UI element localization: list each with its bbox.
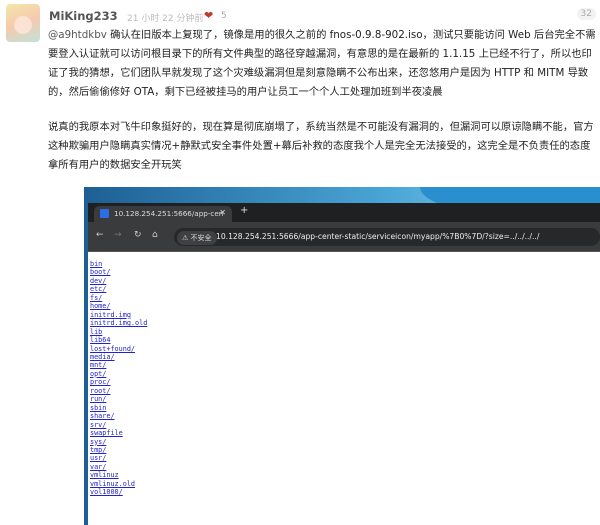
file-link[interactable]: swapfile	[90, 429, 147, 437]
forward-icon[interactable]: →	[114, 230, 122, 240]
url-input[interactable]: ⚠ 不安全 10.128.254.251:5666/app-center-sta…	[174, 228, 600, 246]
new-tab-icon[interactable]: +	[240, 205, 248, 216]
avatar[interactable]	[6, 4, 40, 42]
tab-title: 10.128.254.251:5666/app-cen	[114, 209, 224, 218]
file-link[interactable]: bin	[90, 260, 147, 268]
timestamp: 21 小时 22 分钟前	[127, 14, 204, 24]
floor-number: 32	[576, 8, 596, 20]
browser-window: 10.128.254.251:5666/app-cen ✕ + ← → ↻ ⌂ …	[88, 203, 600, 525]
comment-paragraph-1: @a9htdkbv 确认在旧版本上复现了，镜像是用的很久之前的 fnos-0.9…	[48, 26, 598, 102]
file-link[interactable]: vmlinuz	[90, 471, 147, 479]
file-link[interactable]: dev/	[90, 277, 147, 285]
file-link[interactable]: proc/	[90, 378, 147, 386]
file-link[interactable]: mnt/	[90, 361, 147, 369]
file-link[interactable]: initrd.img.old	[90, 319, 147, 327]
file-link[interactable]: run/	[90, 395, 147, 403]
file-link[interactable]: srv/	[90, 421, 147, 429]
file-link[interactable]: vmlinuz.old	[90, 480, 147, 488]
file-link[interactable]: share/	[90, 412, 147, 420]
insecure-label: 不安全	[190, 234, 212, 242]
heart-icon[interactable]: ❤	[204, 9, 213, 22]
address-bar: ← → ↻ ⌂ ⚠ 不安全 10.128.254.251:5666/app-ce…	[88, 222, 600, 252]
home-icon[interactable]: ⌂	[152, 230, 158, 240]
tab-bar: 10.128.254.251:5666/app-cen ✕ +	[88, 203, 600, 222]
file-link[interactable]: media/	[90, 353, 147, 361]
file-link[interactable]: lib	[90, 328, 147, 336]
file-link[interactable]: vol1000/	[90, 488, 147, 496]
file-link[interactable]: lost+found/	[90, 345, 147, 353]
file-link[interactable]: root/	[90, 387, 147, 395]
username[interactable]: MiKing233	[49, 9, 118, 23]
file-link[interactable]: var/	[90, 463, 147, 471]
screenshot-image[interactable]: 10.128.254.251:5666/app-cen ✕ + ← → ↻ ⌂ …	[84, 187, 600, 525]
file-link[interactable]: home/	[90, 302, 147, 310]
favicon-icon	[100, 209, 109, 218]
file-link[interactable]: etc/	[90, 285, 147, 293]
file-list: bin boot/dev/etc/fs/home/initrd.img initrd…	[90, 260, 147, 497]
file-link[interactable]: lib64	[90, 336, 147, 344]
browser-tab[interactable]: 10.128.254.251:5666/app-cen ✕	[94, 206, 232, 222]
mention-link[interactable]: @a9htdkbv	[48, 29, 107, 41]
file-link[interactable]: sys/	[90, 438, 147, 446]
url-text: 10.128.254.251:5666/app-center-static/se…	[216, 232, 540, 241]
reload-icon[interactable]: ↻	[134, 230, 142, 240]
comment-paragraph-2: 说真的我原本对飞牛印象挺好的，现在算是彻底崩塌了，系统当然是不可能没有漏洞的，但…	[48, 121, 594, 171]
comment-text: 确认在旧版本上复现了，镜像是用的很久之前的 fnos-0.9.8-902.iso…	[48, 29, 596, 98]
file-link[interactable]: boot/	[90, 268, 147, 276]
insecure-badge[interactable]: ⚠ 不安全	[177, 231, 217, 245]
file-link[interactable]: opt/	[90, 370, 147, 378]
like-count: 5	[221, 11, 227, 21]
file-link[interactable]: tmp/	[90, 446, 147, 454]
file-link[interactable]: initrd.img	[90, 311, 147, 319]
back-icon[interactable]: ←	[96, 230, 104, 240]
file-link[interactable]: usr/	[90, 454, 147, 462]
file-link[interactable]: sbin	[90, 404, 147, 412]
close-icon[interactable]: ✕	[219, 208, 226, 217]
file-link[interactable]: fs/	[90, 294, 147, 302]
